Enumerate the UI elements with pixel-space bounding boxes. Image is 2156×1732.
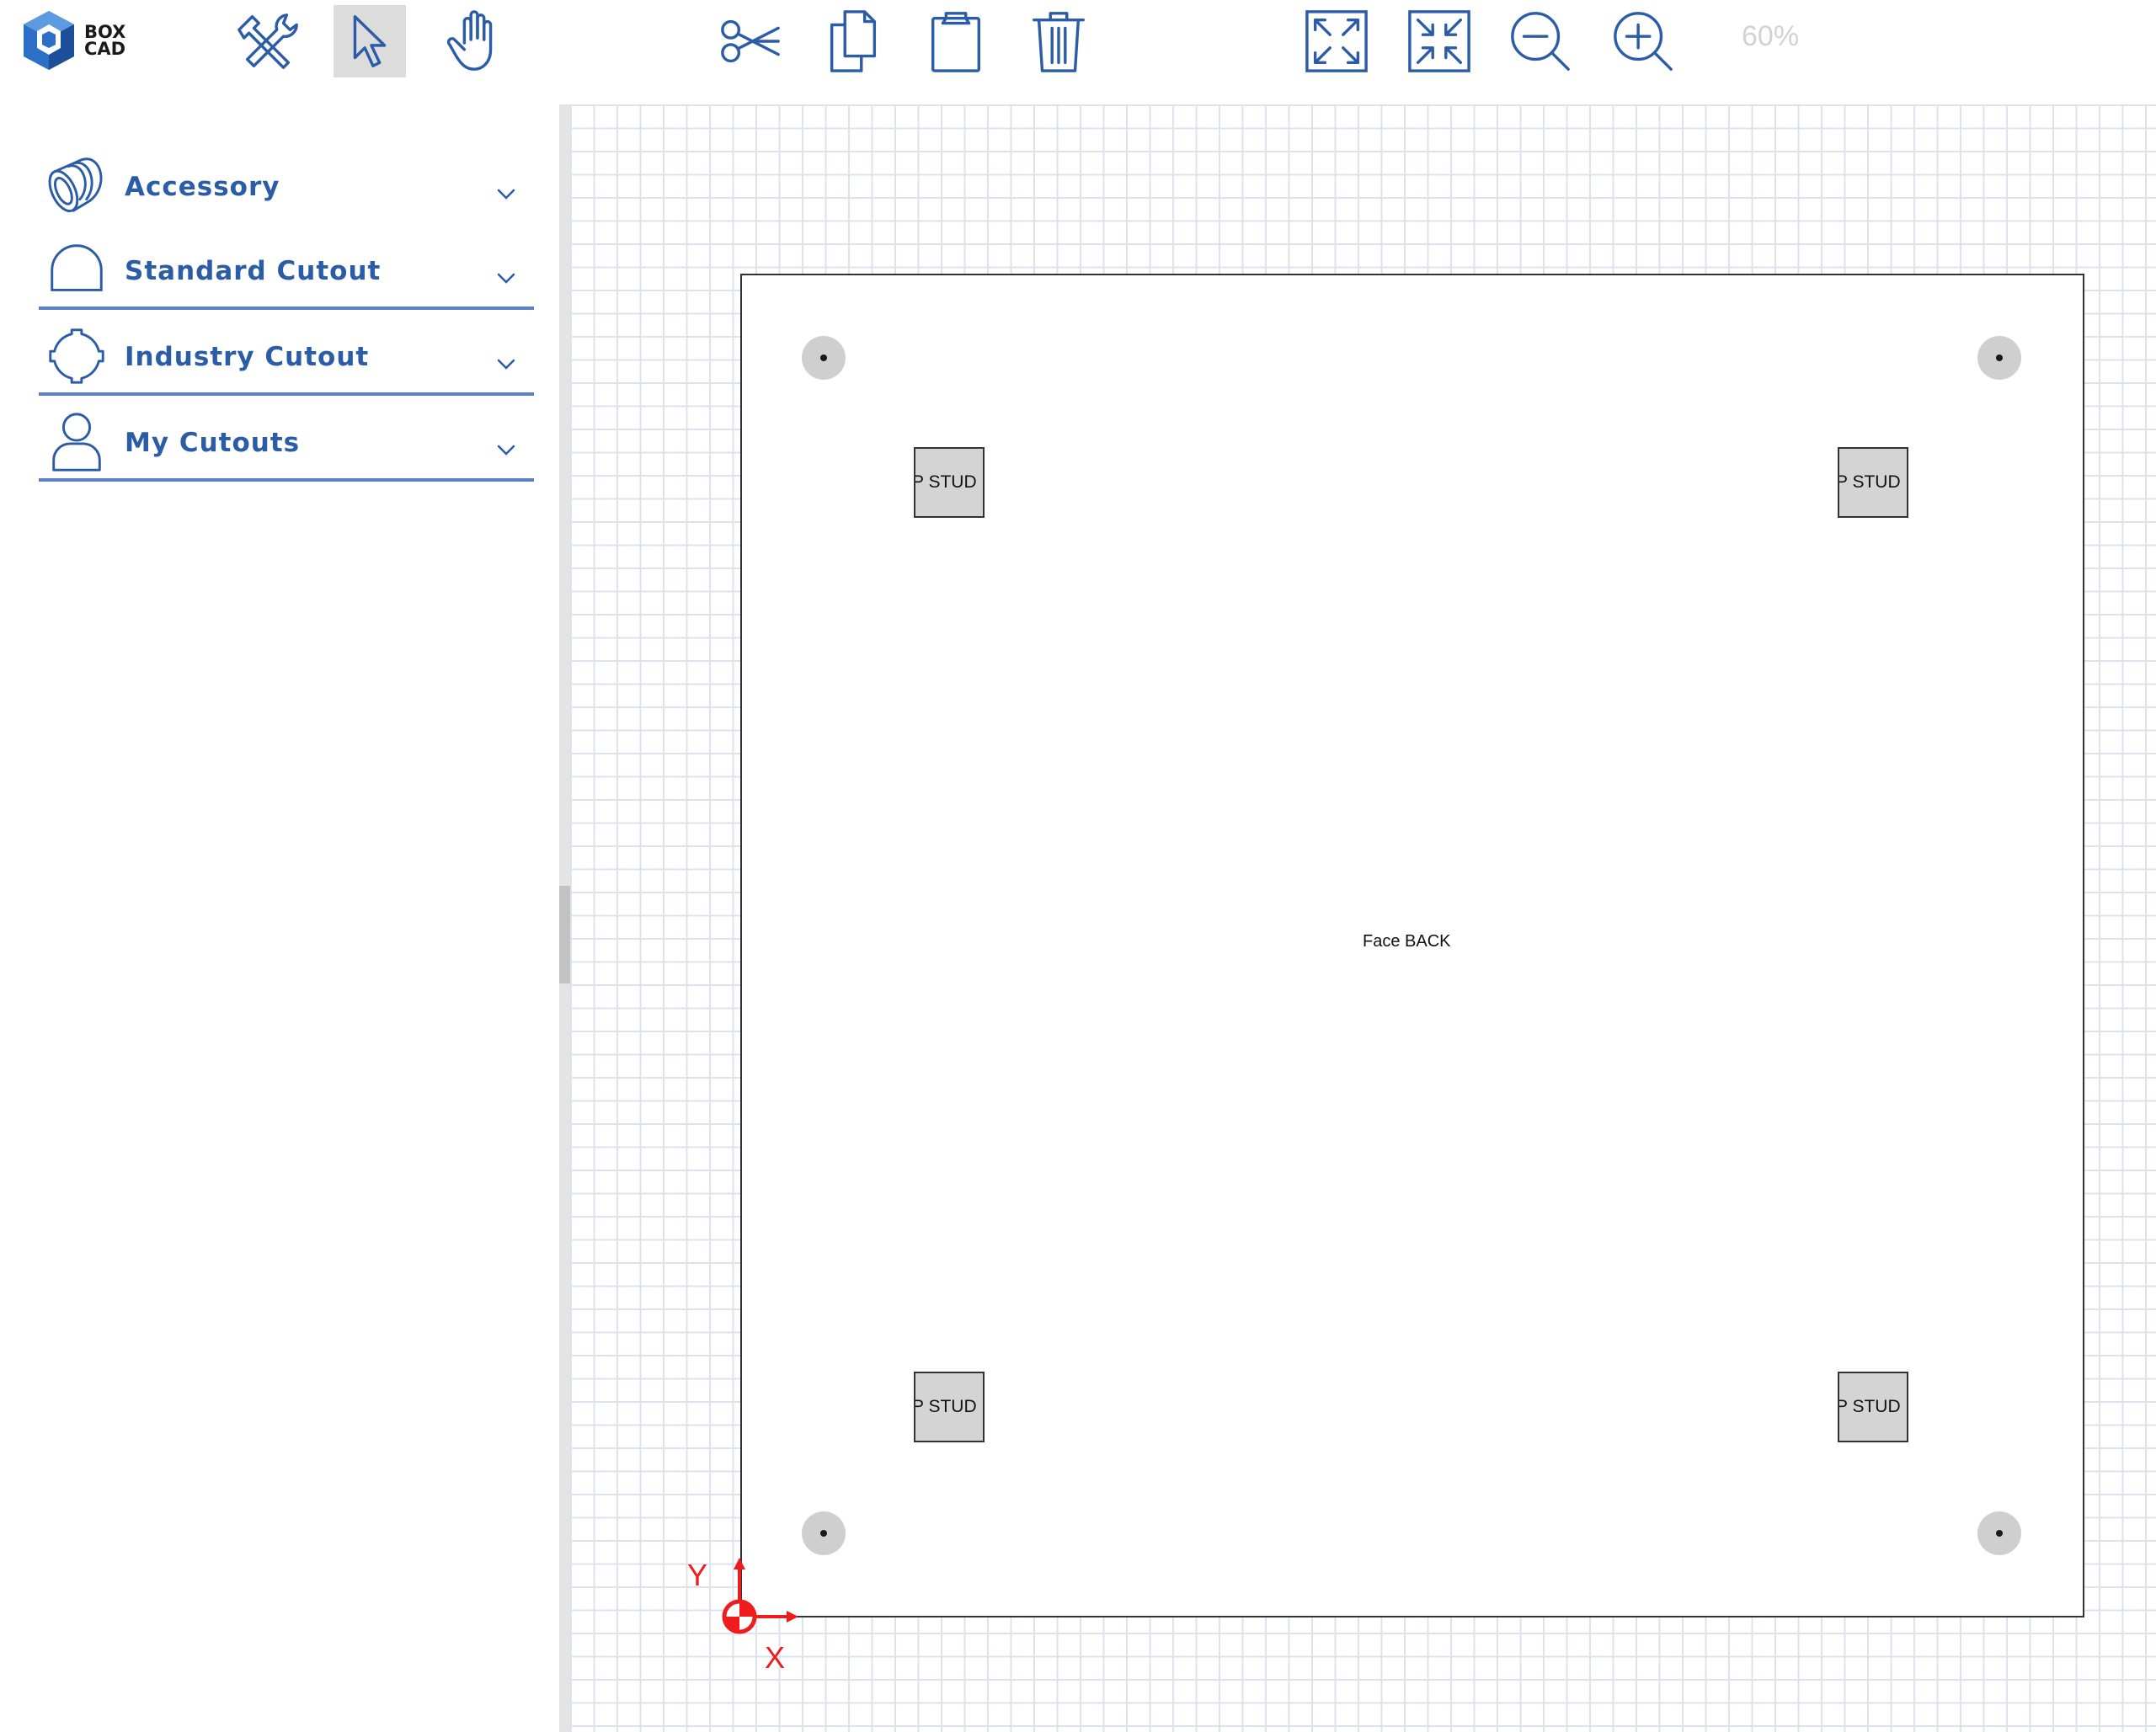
clipboard-icon <box>931 12 981 72</box>
sidebar-item-label: Industry Cutout <box>125 342 370 372</box>
boxcad-cube-logo-icon <box>24 11 74 70</box>
wrench-screwdriver-icon <box>237 13 298 69</box>
industry-cutout-icon <box>49 328 104 384</box>
mounting-screw[interactable] <box>1977 336 2021 380</box>
toolbar: BOX CAD 60% <box>0 0 2156 103</box>
stud-component[interactable]: P STUD <box>914 1372 985 1442</box>
app-logo: BOX CAD <box>22 8 125 72</box>
chevron-down-icon[interactable] <box>494 352 519 377</box>
scissors-icon <box>721 19 780 63</box>
logo-line-2: CAD <box>84 39 126 59</box>
axis-y-label: Y <box>687 1558 708 1592</box>
standard-cutout-icon <box>51 244 103 291</box>
origin-axis-icon <box>722 1558 798 1634</box>
trash-icon <box>1033 12 1085 72</box>
zoom-level-readout: 60% <box>1742 20 1800 52</box>
copy-icon <box>830 10 877 72</box>
paste-button[interactable] <box>920 5 992 77</box>
tools-button[interactable] <box>232 5 305 77</box>
boxcad-app: BOX CAD 60% Accessory Standard Cutout In… <box>0 0 2156 1732</box>
logo-wordmark: BOX CAD <box>84 22 126 59</box>
zoom-out-button[interactable] <box>1504 5 1577 77</box>
sidebar-item-my-cutouts[interactable]: My Cutouts <box>39 394 534 482</box>
mounting-screw[interactable] <box>802 336 846 380</box>
splitter-grip-handle[interactable] <box>559 886 570 983</box>
stud-component[interactable]: P STUD <box>914 447 985 518</box>
chevron-down-icon[interactable] <box>494 438 519 463</box>
sidebar-item-label: My Cutouts <box>125 428 301 458</box>
hand-icon <box>446 10 493 71</box>
delete-button[interactable] <box>1022 5 1095 77</box>
sidebar-item-label: Standard Cutout <box>125 256 382 286</box>
zoom-in-button[interactable] <box>1607 5 1679 77</box>
sidebar-item-label: Accessory <box>125 172 280 202</box>
sidebar-item-standard-cutout[interactable]: Standard Cutout <box>39 222 534 310</box>
face-label: Face BACK <box>1363 932 1451 951</box>
logo-line-1: BOX <box>84 22 126 42</box>
chevron-down-icon[interactable] <box>494 266 519 291</box>
expand-icon <box>1305 10 1368 72</box>
pan-button[interactable] <box>440 5 512 77</box>
component-sidebar: Accessory Standard Cutout Industry Cutou… <box>0 103 560 1732</box>
zoom-out-icon <box>1511 12 1570 71</box>
sidebar-item-industry-cutout[interactable]: Industry Cutout <box>39 308 534 396</box>
sidebar-item-accessory[interactable]: Accessory <box>39 138 534 222</box>
stud-component[interactable]: P STUD <box>1838 1372 1908 1442</box>
select-button[interactable] <box>334 5 406 77</box>
stud-component[interactable]: P STUD <box>1838 447 1908 518</box>
mounting-screw[interactable] <box>1977 1511 2021 1555</box>
shrink-button[interactable] <box>1403 5 1476 77</box>
chevron-down-icon[interactable] <box>494 182 519 207</box>
fit-screen-button[interactable] <box>1300 5 1373 77</box>
cut-button[interactable] <box>714 5 787 77</box>
copy-button[interactable] <box>817 5 889 77</box>
accessory-icon <box>48 157 103 213</box>
compress-icon <box>1408 10 1470 72</box>
zoom-in-icon <box>1614 12 1673 71</box>
pointer-arrow-icon <box>353 15 387 67</box>
axis-x-label: X <box>765 1640 786 1675</box>
user-icon <box>52 413 101 472</box>
